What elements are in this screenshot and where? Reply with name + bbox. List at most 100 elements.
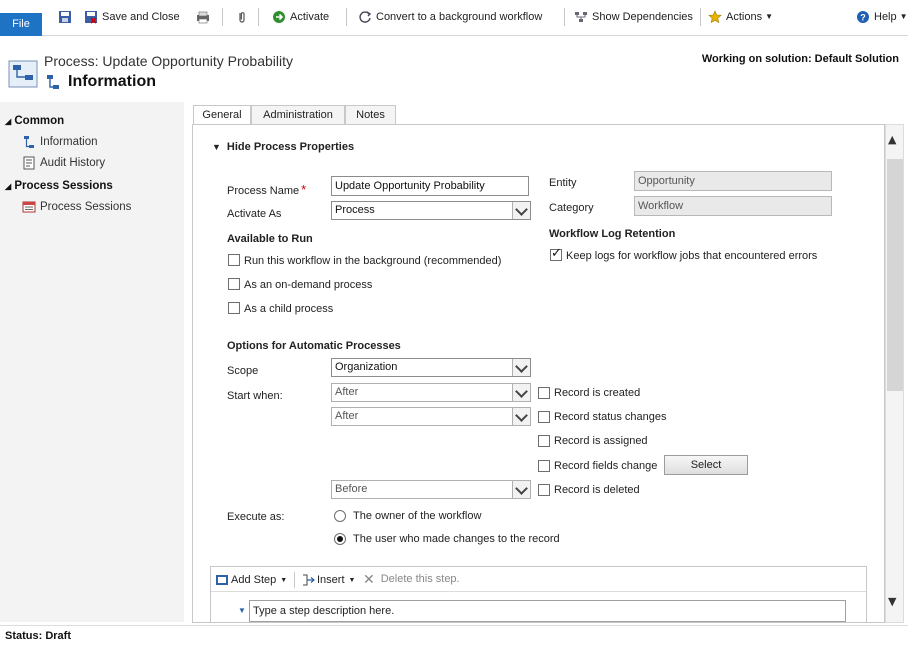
page-title: Information [68, 73, 156, 90]
show-dependencies-button[interactable]: Show Dependencies [574, 8, 693, 26]
chevron-down-icon [512, 202, 530, 219]
ribbon-separator [564, 8, 565, 26]
run-background-checkbox[interactable] [228, 254, 240, 266]
nav-item-information[interactable]: Information [22, 135, 98, 149]
workflow-icon [24, 136, 34, 148]
keep-logs-label: Keep logs for workflow jobs that encount… [566, 250, 818, 262]
save-close-icon [85, 11, 97, 24]
save-button[interactable] [58, 8, 76, 26]
save-and-close-label: Save and Close [102, 11, 180, 23]
nav-item-information-label: Information [40, 136, 98, 148]
chevron-down-icon [512, 408, 530, 425]
dependencies-label: Show Dependencies [592, 11, 693, 23]
paperclip-icon [239, 12, 245, 23]
help-menu-button[interactable]: ? Help ▼ [856, 8, 908, 26]
run-background-label: Run this workflow in the background (rec… [244, 255, 502, 267]
process-entity-icon [8, 60, 38, 88]
hide-process-properties-label: Hide Process Properties [226, 141, 355, 153]
tab-administration[interactable]: Administration [251, 105, 345, 125]
nav-section-process-sessions-label: Process Sessions [14, 180, 113, 192]
child-process-label: As a child process [244, 303, 334, 315]
start-when-created-select[interactable]: After [331, 383, 531, 402]
start-when-deleted-select[interactable]: Before [331, 480, 531, 499]
solution-indicator: Working on solution: Default Solution [701, 53, 899, 65]
save-icon [59, 11, 71, 23]
file-button[interactable]: File [0, 13, 42, 36]
activate-as-label: Activate As [227, 208, 282, 220]
record-status-label: Record status changes [554, 411, 667, 423]
execute-as-label: Execute as: [227, 511, 285, 523]
actions-label: Actions [726, 11, 763, 23]
vertical-scrollbar[interactable]: ▲ ▼ [885, 124, 904, 623]
nav-item-audit-history[interactable]: Audit History [22, 156, 105, 170]
delete-step-button[interactable]: ✕ Delete this step. [363, 572, 460, 586]
start-when-status-select[interactable]: After [331, 407, 531, 426]
child-process-checkbox[interactable] [228, 302, 240, 314]
save-and-close-button[interactable]: Save and Close [84, 8, 180, 26]
activate-icon [273, 11, 285, 23]
record-fields-label: Record fields change [554, 460, 658, 472]
select-fields-button[interactable]: Select [664, 455, 748, 475]
entity-field: Opportunity [634, 171, 832, 191]
step-description-input[interactable]: Type a step description here. [249, 600, 846, 622]
on-demand-checkbox[interactable] [228, 278, 240, 290]
scrollbar-thumb[interactable] [887, 159, 903, 391]
insert-button[interactable]: Insert ▼ [301, 573, 355, 587]
chevron-down-icon: ▼ [348, 576, 356, 584]
step-collapse-icon: ▼ [238, 606, 246, 615]
execute-as-owner-radio[interactable] [334, 510, 346, 522]
ribbon-separator [258, 8, 259, 26]
process-name-label: Process Name * [227, 182, 306, 197]
scroll-up-icon[interactable]: ▲ [888, 133, 896, 146]
ribbon-separator [222, 8, 223, 26]
record-created-checkbox[interactable] [538, 387, 550, 399]
activate-as-value: Process [335, 204, 375, 216]
delete-step-label: Delete this step. [380, 573, 460, 585]
tab-notes[interactable]: Notes [345, 105, 396, 125]
convert-background-workflow-button[interactable]: Convert to a background workflow [358, 8, 542, 26]
nav-section-process-sessions[interactable]: ◢ Process Sessions [5, 180, 113, 192]
chevron-down-icon [512, 359, 530, 376]
nav-item-process-sessions[interactable]: Process Sessions [22, 200, 131, 214]
nav-section-common[interactable]: ◢ Common [5, 115, 64, 127]
required-marker: * [301, 182, 307, 197]
scope-select[interactable]: Organization [331, 358, 531, 377]
chevron-down-icon: ▼ [280, 576, 288, 584]
process-breadcrumb: Process: Update Opportunity Probability [44, 53, 294, 69]
add-step-icon [216, 575, 228, 585]
print-button[interactable] [196, 8, 214, 26]
keep-logs-checkbox[interactable] [550, 246, 562, 261]
execute-as-owner-label: The owner of the workflow [353, 510, 482, 522]
execute-as-user-radio[interactable] [334, 533, 346, 545]
record-deleted-checkbox[interactable] [538, 484, 550, 496]
dependencies-icon [575, 12, 587, 22]
category-field: Workflow [634, 196, 832, 216]
record-created-label: Record is created [554, 387, 641, 399]
process-name-input[interactable]: Update Opportunity Probability [331, 176, 529, 196]
record-assigned-checkbox[interactable] [538, 435, 550, 447]
activate-as-select[interactable]: Process [331, 201, 531, 220]
process-sessions-icon [22, 201, 36, 213]
record-status-checkbox[interactable] [538, 411, 550, 423]
svg-text:?: ? [860, 13, 866, 23]
workflow-icon [47, 75, 59, 89]
scroll-down-icon[interactable]: ▼ [888, 595, 896, 608]
hide-process-properties-toggle[interactable]: ▼ Hide Process Properties [212, 141, 354, 153]
nav-item-audit-history-label: Audit History [40, 157, 106, 169]
ribbon: File Save and Close Activate Convert to … [0, 0, 908, 36]
actions-menu-button[interactable]: Actions ▼ [708, 8, 773, 26]
on-demand-label: As an on-demand process [244, 279, 373, 291]
record-fields-checkbox[interactable] [538, 460, 550, 472]
add-step-button[interactable]: Add Step ▼ [215, 573, 287, 587]
activate-button[interactable]: Activate [272, 8, 329, 26]
insert-label: Insert [317, 574, 345, 586]
start-when-label: Start when: [227, 390, 283, 402]
status-text: Status: Draft [5, 630, 72, 642]
tab-general[interactable]: General [193, 105, 251, 126]
left-navigation: ◢ Common Information Audit History ◢ Pro… [0, 102, 184, 622]
attach-button[interactable] [235, 8, 253, 26]
help-label: Help [874, 11, 897, 23]
nav-item-process-sessions-label: Process Sessions [40, 201, 132, 213]
scope-label: Scope [227, 365, 259, 377]
print-icon [197, 11, 209, 24]
